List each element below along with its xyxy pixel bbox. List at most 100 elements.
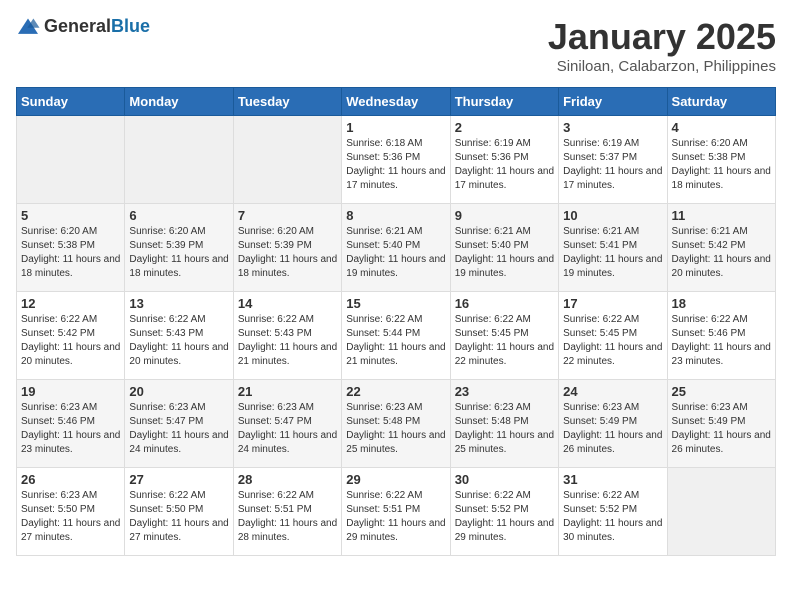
weekday-header-thursday: Thursday <box>450 88 558 116</box>
day-number: 17 <box>563 296 662 311</box>
calendar-week-row: 1 Sunrise: 6:18 AM Sunset: 5:36 PM Dayli… <box>17 116 776 204</box>
day-number: 16 <box>455 296 554 311</box>
calendar-cell <box>233 116 341 204</box>
day-number: 30 <box>455 472 554 487</box>
calendar-cell: 7 Sunrise: 6:20 AM Sunset: 5:39 PM Dayli… <box>233 204 341 292</box>
day-number: 1 <box>346 120 445 135</box>
day-number: 28 <box>238 472 337 487</box>
day-number: 26 <box>21 472 120 487</box>
day-info: Sunrise: 6:21 AM Sunset: 5:42 PM Dayligh… <box>672 225 771 281</box>
calendar-title: January 2025 <box>548 16 776 58</box>
day-number: 7 <box>238 208 337 223</box>
day-info: Sunrise: 6:20 AM Sunset: 5:39 PM Dayligh… <box>238 225 337 281</box>
day-info: Sunrise: 6:23 AM Sunset: 5:47 PM Dayligh… <box>238 401 337 457</box>
weekday-header-monday: Monday <box>125 88 233 116</box>
day-number: 12 <box>21 296 120 311</box>
day-info: Sunrise: 6:22 AM Sunset: 5:45 PM Dayligh… <box>563 313 662 369</box>
day-info: Sunrise: 6:22 AM Sunset: 5:50 PM Dayligh… <box>129 489 228 545</box>
calendar-cell: 22 Sunrise: 6:23 AM Sunset: 5:48 PM Dayl… <box>342 380 450 468</box>
day-info: Sunrise: 6:20 AM Sunset: 5:39 PM Dayligh… <box>129 225 228 281</box>
weekday-header-friday: Friday <box>559 88 667 116</box>
day-number: 2 <box>455 120 554 135</box>
calendar-cell: 19 Sunrise: 6:23 AM Sunset: 5:46 PM Dayl… <box>17 380 125 468</box>
day-number: 3 <box>563 120 662 135</box>
calendar-cell: 23 Sunrise: 6:23 AM Sunset: 5:48 PM Dayl… <box>450 380 558 468</box>
day-info: Sunrise: 6:22 AM Sunset: 5:43 PM Dayligh… <box>129 313 228 369</box>
day-info: Sunrise: 6:22 AM Sunset: 5:42 PM Dayligh… <box>21 313 120 369</box>
day-number: 20 <box>129 384 228 399</box>
day-info: Sunrise: 6:21 AM Sunset: 5:40 PM Dayligh… <box>455 225 554 281</box>
weekday-header-wednesday: Wednesday <box>342 88 450 116</box>
title-block: January 2025 Siniloan, Calabarzon, Phili… <box>548 16 776 75</box>
calendar-cell: 16 Sunrise: 6:22 AM Sunset: 5:45 PM Dayl… <box>450 292 558 380</box>
day-info: Sunrise: 6:22 AM Sunset: 5:52 PM Dayligh… <box>563 489 662 545</box>
day-number: 10 <box>563 208 662 223</box>
calendar-cell: 1 Sunrise: 6:18 AM Sunset: 5:36 PM Dayli… <box>342 116 450 204</box>
day-info: Sunrise: 6:23 AM Sunset: 5:48 PM Dayligh… <box>455 401 554 457</box>
day-info: Sunrise: 6:23 AM Sunset: 5:48 PM Dayligh… <box>346 401 445 457</box>
day-number: 15 <box>346 296 445 311</box>
calendar-table: SundayMondayTuesdayWednesdayThursdayFrid… <box>16 87 776 556</box>
day-info: Sunrise: 6:18 AM Sunset: 5:36 PM Dayligh… <box>346 137 445 193</box>
day-info: Sunrise: 6:22 AM Sunset: 5:51 PM Dayligh… <box>346 489 445 545</box>
day-number: 25 <box>672 384 771 399</box>
calendar-cell <box>125 116 233 204</box>
day-info: Sunrise: 6:21 AM Sunset: 5:40 PM Dayligh… <box>346 225 445 281</box>
calendar-cell <box>667 468 775 556</box>
calendar-cell: 21 Sunrise: 6:23 AM Sunset: 5:47 PM Dayl… <box>233 380 341 468</box>
calendar-week-row: 5 Sunrise: 6:20 AM Sunset: 5:38 PM Dayli… <box>17 204 776 292</box>
calendar-week-row: 19 Sunrise: 6:23 AM Sunset: 5:46 PM Dayl… <box>17 380 776 468</box>
calendar-cell: 10 Sunrise: 6:21 AM Sunset: 5:41 PM Dayl… <box>559 204 667 292</box>
calendar-cell: 2 Sunrise: 6:19 AM Sunset: 5:36 PM Dayli… <box>450 116 558 204</box>
day-info: Sunrise: 6:22 AM Sunset: 5:46 PM Dayligh… <box>672 313 771 369</box>
weekday-header-tuesday: Tuesday <box>233 88 341 116</box>
logo-icon <box>16 17 40 37</box>
day-number: 27 <box>129 472 228 487</box>
calendar-week-row: 26 Sunrise: 6:23 AM Sunset: 5:50 PM Dayl… <box>17 468 776 556</box>
calendar-cell: 20 Sunrise: 6:23 AM Sunset: 5:47 PM Dayl… <box>125 380 233 468</box>
page-header: GeneralBlue January 2025 Siniloan, Calab… <box>16 16 776 75</box>
day-number: 21 <box>238 384 337 399</box>
logo-text: GeneralBlue <box>44 16 150 37</box>
calendar-cell: 29 Sunrise: 6:22 AM Sunset: 5:51 PM Dayl… <box>342 468 450 556</box>
calendar-cell: 28 Sunrise: 6:22 AM Sunset: 5:51 PM Dayl… <box>233 468 341 556</box>
day-info: Sunrise: 6:23 AM Sunset: 5:49 PM Dayligh… <box>563 401 662 457</box>
day-info: Sunrise: 6:23 AM Sunset: 5:50 PM Dayligh… <box>21 489 120 545</box>
day-number: 5 <box>21 208 120 223</box>
day-info: Sunrise: 6:22 AM Sunset: 5:52 PM Dayligh… <box>455 489 554 545</box>
day-info: Sunrise: 6:19 AM Sunset: 5:36 PM Dayligh… <box>455 137 554 193</box>
calendar-cell: 27 Sunrise: 6:22 AM Sunset: 5:50 PM Dayl… <box>125 468 233 556</box>
calendar-cell: 5 Sunrise: 6:20 AM Sunset: 5:38 PM Dayli… <box>17 204 125 292</box>
day-number: 22 <box>346 384 445 399</box>
day-number: 23 <box>455 384 554 399</box>
day-info: Sunrise: 6:22 AM Sunset: 5:44 PM Dayligh… <box>346 313 445 369</box>
calendar-cell: 25 Sunrise: 6:23 AM Sunset: 5:49 PM Dayl… <box>667 380 775 468</box>
day-number: 9 <box>455 208 554 223</box>
day-info: Sunrise: 6:21 AM Sunset: 5:41 PM Dayligh… <box>563 225 662 281</box>
calendar-cell: 15 Sunrise: 6:22 AM Sunset: 5:44 PM Dayl… <box>342 292 450 380</box>
logo: GeneralBlue <box>16 16 150 37</box>
calendar-cell: 31 Sunrise: 6:22 AM Sunset: 5:52 PM Dayl… <box>559 468 667 556</box>
calendar-cell: 3 Sunrise: 6:19 AM Sunset: 5:37 PM Dayli… <box>559 116 667 204</box>
day-number: 8 <box>346 208 445 223</box>
calendar-cell: 6 Sunrise: 6:20 AM Sunset: 5:39 PM Dayli… <box>125 204 233 292</box>
calendar-cell: 24 Sunrise: 6:23 AM Sunset: 5:49 PM Dayl… <box>559 380 667 468</box>
day-number: 19 <box>21 384 120 399</box>
logo-general: General <box>44 16 111 36</box>
calendar-subtitle: Siniloan, Calabarzon, Philippines <box>548 58 776 75</box>
day-number: 4 <box>672 120 771 135</box>
calendar-cell: 13 Sunrise: 6:22 AM Sunset: 5:43 PM Dayl… <box>125 292 233 380</box>
day-number: 18 <box>672 296 771 311</box>
day-info: Sunrise: 6:20 AM Sunset: 5:38 PM Dayligh… <box>21 225 120 281</box>
day-number: 24 <box>563 384 662 399</box>
day-info: Sunrise: 6:20 AM Sunset: 5:38 PM Dayligh… <box>672 137 771 193</box>
weekday-header-saturday: Saturday <box>667 88 775 116</box>
day-info: Sunrise: 6:22 AM Sunset: 5:43 PM Dayligh… <box>238 313 337 369</box>
calendar-cell: 17 Sunrise: 6:22 AM Sunset: 5:45 PM Dayl… <box>559 292 667 380</box>
day-number: 29 <box>346 472 445 487</box>
day-info: Sunrise: 6:23 AM Sunset: 5:47 PM Dayligh… <box>129 401 228 457</box>
day-number: 13 <box>129 296 228 311</box>
calendar-week-row: 12 Sunrise: 6:22 AM Sunset: 5:42 PM Dayl… <box>17 292 776 380</box>
day-info: Sunrise: 6:23 AM Sunset: 5:46 PM Dayligh… <box>21 401 120 457</box>
calendar-cell: 12 Sunrise: 6:22 AM Sunset: 5:42 PM Dayl… <box>17 292 125 380</box>
